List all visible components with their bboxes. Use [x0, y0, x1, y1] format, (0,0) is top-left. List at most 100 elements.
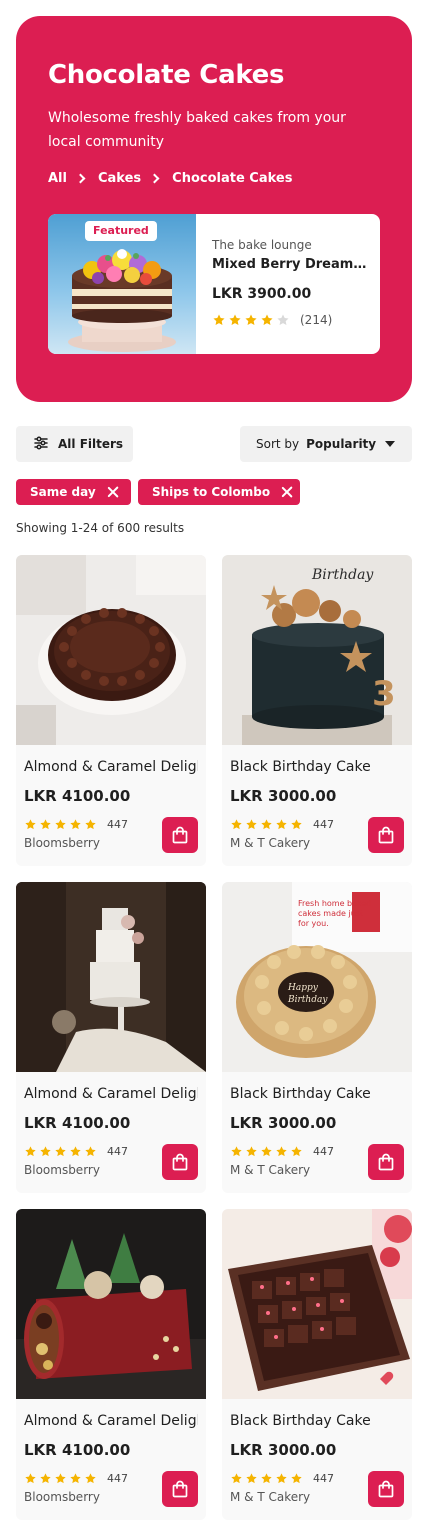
product-card[interactable]: Almond & Caramel Delight LKR 4100.00 447…	[16, 1209, 206, 1520]
page-title: Chocolate Cakes	[48, 60, 285, 90]
product-image[interactable]	[16, 555, 206, 745]
product-name[interactable]: Almond & Caramel Delight	[24, 1086, 198, 1102]
svg-text:Fresh home baked: Fresh home baked	[298, 899, 371, 908]
star-rating	[230, 1145, 303, 1158]
star-icon	[69, 1472, 82, 1485]
add-to-cart-button[interactable]	[162, 817, 198, 853]
chip-label: Same day	[30, 485, 96, 499]
star-rating	[230, 1472, 303, 1485]
shopping-bag-icon	[377, 826, 395, 844]
star-icon	[39, 1472, 52, 1485]
star-icon	[276, 313, 290, 327]
product-rating: 447	[230, 818, 334, 831]
star-icon	[39, 818, 52, 831]
rating-count: 447	[107, 1145, 128, 1158]
breadcrumb-all[interactable]: All	[48, 171, 67, 186]
rating-count: 447	[313, 818, 334, 831]
sort-prefix: Sort by	[256, 437, 300, 451]
product-price: LKR 4100.00	[24, 787, 131, 805]
featured-badge: Featured	[85, 221, 157, 241]
breadcrumb-cakes[interactable]: Cakes	[98, 171, 141, 186]
shop-name: Bloomsberry	[24, 836, 100, 850]
all-filters-button[interactable]: All Filters	[16, 426, 133, 462]
star-icon	[24, 1472, 37, 1485]
shop-name: M & T Cakery	[230, 1490, 311, 1504]
featured-shop-name: The bake lounge	[212, 238, 312, 252]
add-to-cart-button[interactable]	[368, 1144, 404, 1180]
product-image[interactable]	[16, 882, 206, 1072]
svg-text:Birthday: Birthday	[287, 995, 328, 1005]
filter-chip-same-day[interactable]: Same day	[16, 479, 131, 505]
all-filters-label: All Filters	[58, 437, 124, 451]
product-name[interactable]: Black Birthday Cake	[230, 759, 404, 775]
product-card[interactable]: Birthday 3 Black Birthday Cake LKR 3000.…	[222, 555, 412, 866]
category-hero: Chocolate Cakes Wholesome freshly baked …	[16, 16, 412, 402]
add-to-cart-button[interactable]	[162, 1471, 198, 1507]
product-image[interactable]	[16, 1209, 206, 1399]
product-price: LKR 3000.00	[230, 1441, 337, 1459]
product-card[interactable]: Almond & Caramel Delight LKR 4100.00 447…	[16, 555, 206, 866]
product-rating: 447	[24, 1145, 128, 1158]
featured-product-name[interactable]: Mixed Berry Dream Cake	[212, 257, 368, 272]
caret-down-icon	[385, 441, 396, 447]
product-rating: 447	[230, 1472, 334, 1485]
shopping-bag-icon	[377, 1480, 395, 1498]
chevron-right-icon	[75, 173, 86, 184]
add-to-cart-button[interactable]	[368, 817, 404, 853]
rating-count: 447	[107, 818, 128, 831]
star-icon	[275, 818, 288, 831]
shopping-bag-icon	[377, 1153, 395, 1171]
product-rating: 447	[24, 818, 128, 831]
product-card[interactable]: Almond & Caramel Delight LKR 4100.00 447…	[16, 882, 206, 1193]
filter-chip-ships-to-colombo[interactable]: Ships to Colombo	[138, 479, 300, 505]
close-icon[interactable]	[106, 485, 120, 499]
product-card[interactable]: Black Birthday Cake LKR 3000.00 447 M & …	[222, 1209, 412, 1520]
product-price: LKR 4100.00	[24, 1441, 131, 1459]
star-icon	[54, 1145, 67, 1158]
star-icon	[54, 1472, 67, 1485]
product-image[interactable]: Fresh home baked cakes made just for you…	[222, 882, 412, 1072]
product-price: LKR 3000.00	[230, 1114, 337, 1132]
featured-product-image: Featured	[48, 214, 196, 354]
star-icon	[54, 818, 67, 831]
star-icon	[84, 818, 97, 831]
product-name[interactable]: Almond & Caramel Delight	[24, 759, 198, 775]
sort-dropdown[interactable]: Sort by Popularity	[240, 426, 412, 462]
star-rating	[24, 1472, 97, 1485]
featured-product-card[interactable]: Featured The bake lounge Mixed Berry Dre…	[48, 214, 380, 354]
star-icon	[228, 313, 242, 327]
svg-text:Birthday: Birthday	[311, 567, 374, 583]
star-rating	[230, 818, 303, 831]
svg-text:for you.: for you.	[298, 919, 329, 928]
svg-text:cakes made just: cakes made just	[298, 909, 363, 918]
product-name[interactable]: Almond & Caramel Delight	[24, 1413, 198, 1429]
product-name[interactable]: Black Birthday Cake	[230, 1413, 404, 1429]
star-rating	[24, 1145, 97, 1158]
star-icon	[84, 1472, 97, 1485]
star-icon	[230, 1145, 243, 1158]
star-icon	[39, 1145, 52, 1158]
product-image[interactable]	[222, 1209, 412, 1399]
star-icon	[260, 1472, 273, 1485]
shopping-bag-icon	[171, 1480, 189, 1498]
product-price: LKR 4100.00	[24, 1114, 131, 1132]
product-name[interactable]: Black Birthday Cake	[230, 1086, 404, 1102]
add-to-cart-button[interactable]	[368, 1471, 404, 1507]
star-icon	[275, 1145, 288, 1158]
results-count: Showing 1-24 of 600 results	[16, 521, 185, 535]
rating-count: 447	[313, 1472, 334, 1485]
breadcrumb-current: Chocolate Cakes	[172, 171, 293, 186]
shopping-bag-icon	[171, 1153, 189, 1171]
chevron-right-icon	[149, 173, 160, 184]
product-image[interactable]: Birthday 3	[222, 555, 412, 745]
star-icon	[260, 313, 274, 327]
shopping-bag-icon	[171, 826, 189, 844]
close-icon[interactable]	[280, 485, 294, 499]
star-icon	[24, 1145, 37, 1158]
product-card[interactable]: Fresh home baked cakes made just for you…	[222, 882, 412, 1193]
star-icon	[245, 1472, 258, 1485]
star-icon	[260, 818, 273, 831]
add-to-cart-button[interactable]	[162, 1144, 198, 1180]
star-icon	[290, 818, 303, 831]
star-icon	[290, 1145, 303, 1158]
